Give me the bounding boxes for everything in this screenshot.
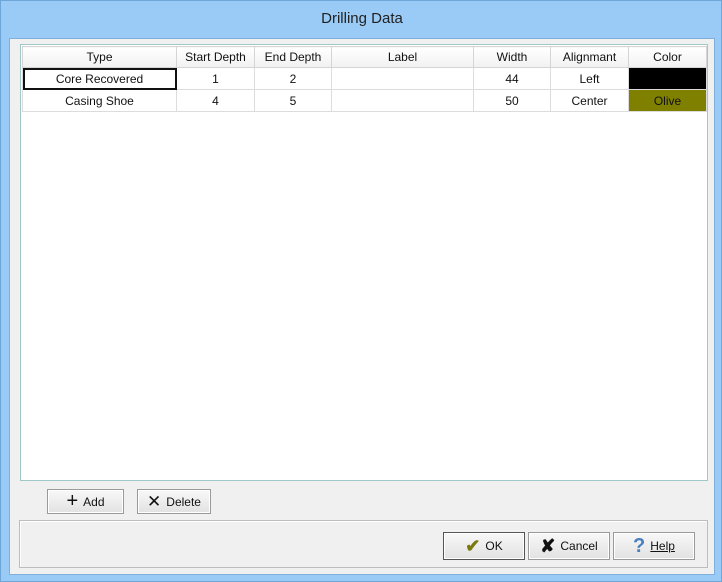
- drilling-data-grid[interactable]: Type Start Depth End Depth Label Width A…: [20, 44, 708, 481]
- cell-color[interactable]: Olive: [628, 89, 707, 112]
- x-icon: ✘: [540, 535, 556, 556]
- cell-end-depth[interactable]: 2: [254, 67, 332, 90]
- cancel-button[interactable]: ✘ Cancel: [528, 532, 610, 560]
- column-header-type[interactable]: Type: [22, 46, 177, 68]
- cell-alignment[interactable]: Left: [550, 67, 629, 90]
- button-panel: ✔ OK ✘ Cancel ? Help: [19, 520, 708, 568]
- column-header-color[interactable]: Color: [628, 46, 707, 68]
- dialog-window: Drilling Data Type Start Depth End Depth…: [0, 0, 722, 582]
- add-button[interactable]: + Add: [47, 489, 124, 514]
- column-header-alignment[interactable]: Alignmant: [550, 46, 629, 68]
- question-icon: ?: [633, 534, 646, 557]
- add-button-label: Add: [83, 494, 105, 509]
- cell-width[interactable]: 44: [473, 67, 551, 90]
- delete-button[interactable]: ✕ Delete: [137, 489, 211, 514]
- column-header-label[interactable]: Label: [331, 46, 474, 68]
- cell-type[interactable]: Core Recovered: [22, 67, 177, 90]
- dialog-client: Type Start Depth End Depth Label Width A…: [9, 38, 715, 575]
- table-row[interactable]: Core Recovered 1 2 44 Left: [22, 67, 707, 90]
- help-button[interactable]: ? Help: [613, 532, 695, 560]
- column-header-end-depth[interactable]: End Depth: [254, 46, 332, 68]
- cell-width[interactable]: 50: [473, 89, 551, 112]
- cell-start-depth[interactable]: 4: [176, 89, 255, 112]
- table-row[interactable]: Casing Shoe 4 5 50 Center Olive: [22, 89, 707, 112]
- cell-color[interactable]: [628, 67, 707, 90]
- cell-type[interactable]: Casing Shoe: [22, 89, 177, 112]
- ok-button-label: OK: [485, 539, 503, 553]
- column-header-start-depth[interactable]: Start Depth: [176, 46, 255, 68]
- cell-alignment[interactable]: Center: [550, 89, 629, 112]
- cancel-button-label: Cancel: [560, 539, 598, 553]
- cell-label[interactable]: [331, 67, 474, 90]
- cell-label[interactable]: [331, 89, 474, 112]
- ok-button[interactable]: ✔ OK: [443, 532, 525, 560]
- help-button-label: Help: [650, 539, 675, 553]
- grid-header: Type Start Depth End Depth Label Width A…: [22, 46, 707, 68]
- checkmark-icon: ✔: [465, 535, 481, 556]
- cell-start-depth[interactable]: 1: [176, 67, 255, 90]
- cell-end-depth[interactable]: 5: [254, 89, 332, 112]
- window-title: Drilling Data: [321, 10, 403, 27]
- plus-icon: +: [66, 490, 79, 512]
- column-header-width[interactable]: Width: [473, 46, 551, 68]
- delete-button-label: Delete: [166, 494, 201, 509]
- x-icon: ✕: [147, 491, 162, 511]
